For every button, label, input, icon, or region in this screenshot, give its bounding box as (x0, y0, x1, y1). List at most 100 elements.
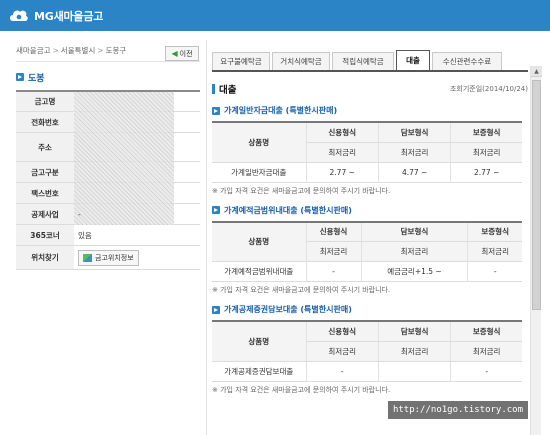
product-name: 가계일반자금대출 (212, 162, 307, 183)
info-row-365: 365코너 있음 (16, 225, 200, 246)
map-icon (83, 253, 92, 262)
branch-title-text: 도봉 (28, 73, 45, 84)
branch-info-table: 금고명 전화번호 주소 금고구분 팩스번호 공제사업 - 365코너 있음 위치… (16, 90, 200, 270)
info-label: 365코너 (16, 225, 74, 245)
section-title-text: 가계일반자금대출 (특별한시판매) (224, 106, 338, 115)
info-label: 공제사업 (16, 204, 74, 224)
back-button[interactable]: ◀ 이전 (165, 46, 199, 61)
watermark: http://no1go.tistory.com (388, 401, 528, 419)
info-value-365: 있음 (78, 230, 92, 240)
loan-table: 상품명 신용형식 담보형식 보증형식 최저금리 최저금리 최저금리 가계공제증권… (212, 320, 522, 382)
info-value-phone (74, 112, 200, 132)
top-header-bar: MG새마을금고 (0, 0, 550, 31)
col-product: 상품명 (212, 321, 307, 362)
info-row-name: 금고명 (16, 92, 200, 225)
loan-title: 대출 (212, 82, 236, 96)
map-location-button[interactable]: 금고위치정보 (78, 249, 139, 266)
section-title: 가계공제증권담보대출 (특별한시판매) (212, 303, 528, 316)
loan-title-text: 대출 (219, 85, 237, 96)
branch-title: 도봉 (16, 70, 200, 84)
info-label: 팩스번호 (16, 183, 74, 203)
eligibility-note: ※ 가입 자격 요건은 새마을금고에 문의하여 주시기 바랍니다. (212, 385, 391, 394)
bullet-arrow-icon (16, 73, 24, 81)
info-value-fax (74, 183, 200, 203)
tab-fixed-deposit[interactable]: 거치식예탁금 (272, 52, 330, 70)
section-title-text: 가계예적금범위내대출 (특별한시판매) (224, 205, 352, 215)
loan-table: 상품명 신용형식 담보형식 보증형식 최저금리 최저금리 최저금리 가계일반자금… (212, 121, 522, 183)
bullet-arrow-icon (212, 106, 220, 115)
collateral-rate (378, 361, 452, 382)
logo-text: MG새마을금고 (34, 9, 104, 23)
collateral-rate: 4.77 ~ (378, 162, 452, 183)
scroll-up-icon[interactable]: ▲ (531, 66, 542, 77)
right-panel: 요구불예탁금 거치식예탁금 적립식예탁금 대출 수신관련수수료 대출 조회기준일… (212, 50, 528, 395)
credit-rate: - (306, 261, 362, 282)
col-min-rate: 최저금리 (450, 142, 522, 163)
col-credit: 신용형식 (306, 221, 362, 242)
col-collateral: 담보형식 (378, 122, 452, 143)
col-min-rate: 최저금리 (306, 241, 362, 262)
col-min-rate: 최저금리 (450, 341, 522, 362)
mg-logo[interactable]: MG새마을금고 (8, 5, 103, 26)
col-product: 상품명 (212, 122, 307, 163)
info-value-name (74, 92, 200, 225)
col-collateral: 담보형식 (378, 321, 452, 342)
col-guarantee: 보증형식 (450, 321, 522, 342)
eligibility-note: ※ 가입 자격 요건은 새마을금고에 문의하여 주시기 바랍니다. (212, 286, 391, 294)
table-row: 가계예적금범위내대출 - 예금금리+1.5 ~ - (212, 261, 522, 282)
info-row-location: 위치찾기 금고위치정보 (16, 246, 200, 270)
guarantee-rate: - (450, 361, 522, 382)
col-credit: 신용형식 (306, 321, 379, 342)
col-guarantee: 보증형식 (467, 221, 522, 242)
guarantee-rate: - (467, 261, 522, 282)
tab-installment-deposit[interactable]: 적립식예탁금 (332, 52, 394, 70)
as-of-date: 조회기준일(2014/10/24) (449, 85, 528, 93)
col-min-rate: 최저금리 (361, 241, 469, 262)
section-title: 가계예적금범위내대출 (특별한시판매) (212, 204, 528, 217)
loan-header: 대출 조회기준일(2014/10/24) (212, 82, 528, 96)
col-min-rate: 최저금리 (378, 341, 452, 362)
info-row-address: 주소 (16, 133, 200, 162)
breadcrumb-item[interactable]: 도봉구 (106, 45, 127, 56)
table-row: 가계일반자금대출 2.77 ~ 4.77 ~ 2.77 ~ (212, 162, 522, 183)
breadcrumb-item[interactable]: 새마을금고 (16, 45, 51, 56)
bullet-arrow-icon (212, 305, 220, 314)
info-label: 주소 (16, 133, 74, 161)
info-value-insurance: - (78, 209, 81, 219)
vertical-scrollbar[interactable]: ▲ (530, 66, 542, 435)
breadcrumb-item[interactable]: 서울특별시 (61, 45, 96, 56)
section-title: 가계일반자금대출 (특별한시판매) (212, 104, 528, 117)
info-label: 금고명 (16, 92, 74, 111)
credit-rate: 2.77 ~ (306, 162, 379, 183)
info-value-address (74, 133, 200, 161)
guarantee-rate: 2.77 ~ (450, 162, 522, 183)
breadcrumb-separator: > (52, 46, 59, 55)
info-row-phone: 전화번호 (16, 112, 200, 133)
col-guarantee: 보증형식 (450, 122, 522, 143)
product-name: 가계공제증권담보대출 (212, 361, 307, 382)
info-label: 금고구분 (16, 162, 74, 182)
col-product: 상품명 (212, 221, 307, 262)
col-min-rate: 최저금리 (306, 341, 379, 362)
info-value-type (74, 162, 200, 182)
map-button-label: 금고위치정보 (95, 253, 134, 262)
title-bar-icon (212, 84, 215, 94)
info-label: 전화번호 (16, 112, 74, 132)
table-row: 가계공제증권담보대출 - - (212, 361, 522, 382)
tab-fees[interactable]: 수신관련수수료 (432, 52, 502, 70)
arrow-left-icon: ◀ (171, 49, 178, 58)
col-credit: 신용형식 (306, 122, 379, 143)
credit-rate: - (306, 361, 379, 382)
collateral-rate: 예금금리+1.5 ~ (361, 261, 469, 282)
back-button-label: 이전 (179, 49, 193, 58)
tab-demand-deposit[interactable]: 요구불예탁금 (212, 52, 270, 70)
product-tabs: 요구불예탁금 거치식예탁금 적립식예탁금 대출 수신관련수수료 (212, 50, 528, 72)
loan-table: 상품명 신용형식 담보형식 보증형식 최저금리 최저금리 최저금리 가계예적금범… (212, 220, 522, 282)
product-name: 가계예적금범위내대출 (212, 261, 307, 282)
col-min-rate: 최저금리 (378, 142, 452, 163)
col-min-rate: 최저금리 (306, 142, 379, 163)
tab-loan[interactable]: 대출 (396, 50, 430, 70)
left-panel: 새마을금고 > 서울특별시 > 도봉구 ◀ 이전 도봉 금고명 전화번호 주소 … (16, 40, 200, 270)
info-row-insurance: 공제사업 - (16, 204, 200, 225)
scrollbar-thumb[interactable] (532, 80, 541, 310)
